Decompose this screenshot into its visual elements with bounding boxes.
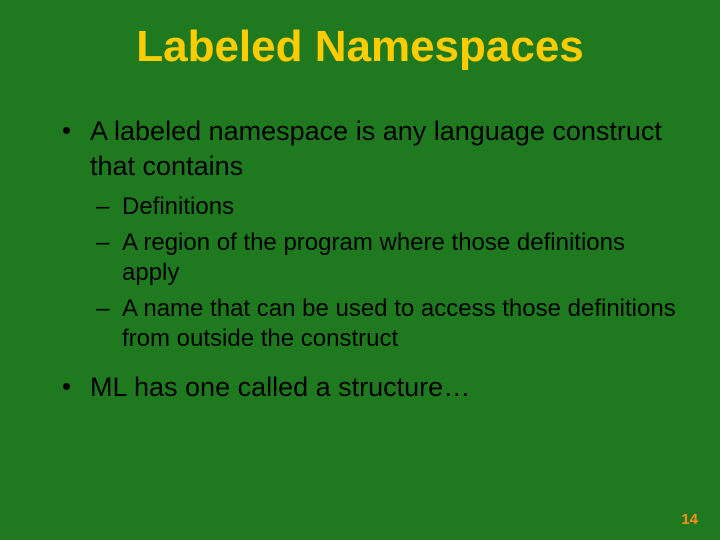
slide: Labeled Namespaces A labeled namespace i… bbox=[0, 0, 720, 540]
sub-bullet-item: A name that can be used to access those … bbox=[96, 294, 680, 354]
sub-bullet-text: Definitions bbox=[122, 193, 234, 220]
page-number: 14 bbox=[681, 511, 698, 528]
bullet-item: ML has one called a structure… bbox=[60, 370, 680, 405]
sub-bullet-text: A name that can be used to access those … bbox=[122, 295, 676, 352]
slide-body: A labeled namespace is any language cons… bbox=[0, 82, 720, 405]
sub-bullet-text: A region of the program where those defi… bbox=[122, 229, 625, 286]
bullet-text: A labeled namespace is any language cons… bbox=[90, 116, 662, 181]
slide-title: Labeled Namespaces bbox=[0, 0, 720, 82]
sub-bullet-item: Definitions bbox=[96, 192, 680, 222]
bullet-item: A labeled namespace is any language cons… bbox=[60, 114, 680, 184]
bullet-text: ML has one called a structure… bbox=[90, 372, 470, 402]
sub-bullet-item: A region of the program where those defi… bbox=[96, 228, 680, 288]
